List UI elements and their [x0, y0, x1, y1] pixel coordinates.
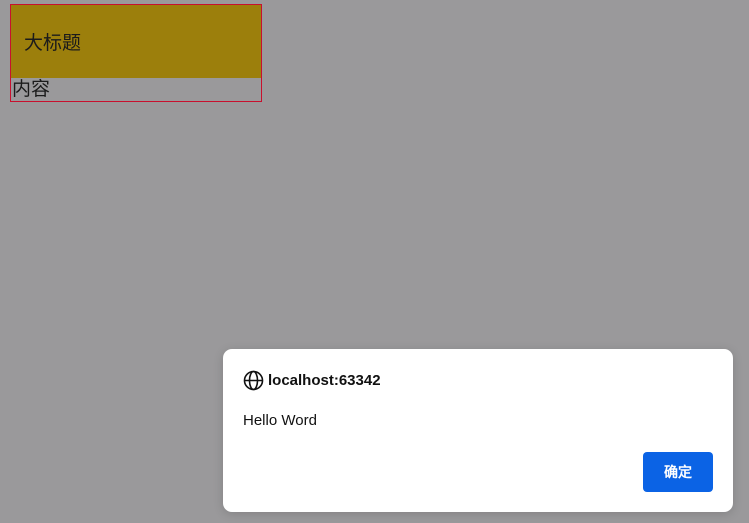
page-content: 内容 [12, 78, 51, 100]
page-header: 大标题 [11, 5, 261, 78]
page-title: 大标题 [24, 32, 82, 54]
dialog-message: Hello Word [243, 412, 317, 429]
globe-icon [243, 370, 264, 391]
dialog-origin: localhost:63342 [268, 371, 381, 389]
ok-button[interactable]: 确定 [643, 452, 713, 492]
dialog-header: localhost:63342 [243, 369, 381, 391]
alert-dialog: localhost:63342 Hello Word 确定 [223, 349, 733, 512]
page-container: 大标题 内容 [10, 4, 262, 102]
